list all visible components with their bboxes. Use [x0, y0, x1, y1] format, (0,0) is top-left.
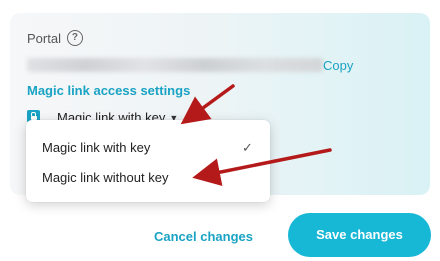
portal-label: Portal [27, 30, 61, 46]
option-magic-link-without-key[interactable]: Magic link without key [42, 170, 168, 185]
portal-label-row: Portal ? [27, 30, 83, 46]
magic-link-settings-title: Magic link access settings [27, 83, 191, 98]
check-icon: ✓ [242, 140, 253, 155]
cancel-changes-button[interactable]: Cancel changes [154, 229, 253, 244]
help-circle-icon[interactable]: ? [66, 30, 83, 46]
option-magic-link-with-key[interactable]: Magic link with key [42, 140, 150, 155]
save-changes-button[interactable]: Save changes [288, 213, 431, 257]
portal-url-blurred [27, 58, 323, 72]
copy-link[interactable]: Copy [323, 58, 353, 73]
magic-link-dropdown: Magic link with key ✓ Magic link without… [26, 120, 270, 202]
